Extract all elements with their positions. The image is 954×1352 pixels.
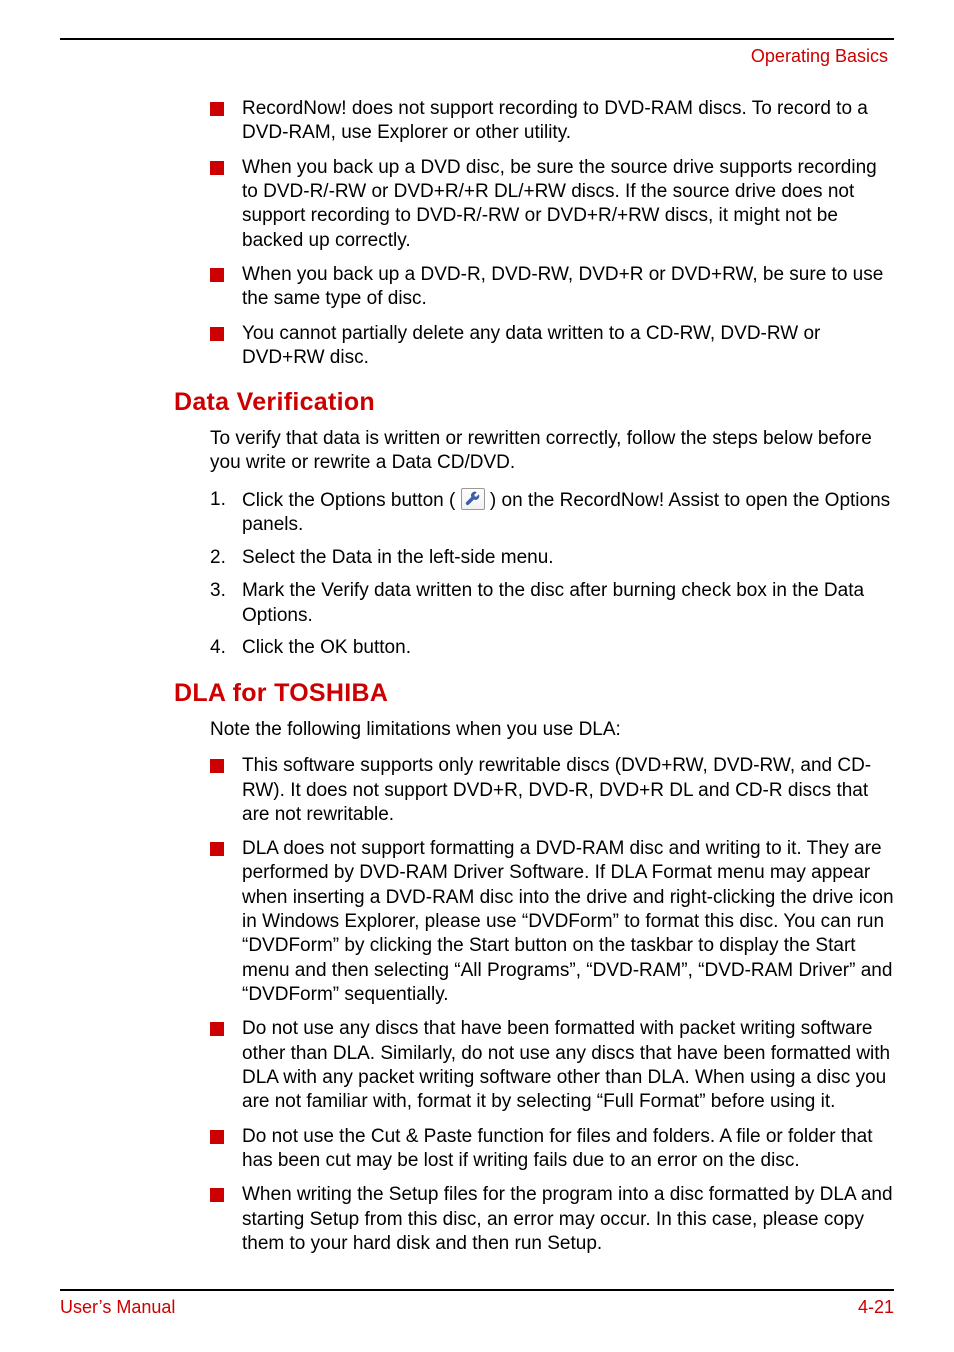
step-text: Click the OK button. — [242, 637, 411, 658]
bullet-text: DLA does not support formatting a DVD-RA… — [242, 838, 894, 1005]
list-item: When you back up a DVD-R, DVD-RW, DVD+R … — [210, 263, 894, 312]
footer-left: User’s Manual — [60, 1297, 175, 1318]
bullet-icon — [210, 327, 224, 341]
bullet-text: Do not use any discs that have been form… — [242, 1018, 890, 1112]
bullet-icon — [210, 759, 224, 773]
list-item: DLA does not support formatting a DVD-RA… — [210, 837, 894, 1007]
list-item: This software supports only rewritable d… — [210, 754, 894, 827]
options-wrench-icon — [461, 488, 485, 510]
header-divider — [60, 38, 894, 40]
bullet-text: Do not use the Cut & Paste function for … — [242, 1126, 873, 1171]
bullet-text: When you back up a DVD-R, DVD-RW, DVD+R … — [242, 264, 883, 309]
step-item: Click the OK button. — [210, 636, 894, 661]
data-verification-steps: Click the Options button ( ) on the Reco… — [210, 488, 894, 661]
top-bullet-list: RecordNow! does not support recording to… — [210, 97, 894, 370]
list-item: Do not use any discs that have been form… — [210, 1017, 894, 1114]
bullet-icon — [210, 1188, 224, 1202]
dla-bullet-list: This software supports only rewritable d… — [210, 754, 894, 1256]
bullet-text: You cannot partially delete any data wri… — [242, 323, 820, 368]
header-chapter: Operating Basics — [60, 46, 894, 67]
bullet-icon — [210, 102, 224, 116]
dla-heading: DLA for TOSHIBA — [174, 679, 894, 708]
footer: User’s Manual 4-21 — [60, 1289, 894, 1318]
bullet-icon — [210, 1130, 224, 1144]
bullet-icon — [210, 842, 224, 856]
step-item: Select the Data in the left-side menu. — [210, 546, 894, 571]
bullet-text: RecordNow! does not support recording to… — [242, 98, 868, 143]
bullet-text: When writing the Setup files for the pro… — [242, 1184, 893, 1254]
step-text: Select the Data in the left-side menu. — [242, 547, 554, 568]
dla-intro: Note the following limitations when you … — [210, 718, 894, 742]
list-item: When writing the Setup files for the pro… — [210, 1183, 894, 1256]
step-item: Click the Options button ( ) on the Reco… — [210, 488, 894, 538]
step-text: Mark the Verify data written to the disc… — [242, 580, 864, 626]
step-text-pre: Click the Options button ( — [242, 490, 455, 511]
bullet-icon — [210, 1022, 224, 1036]
data-verification-intro: To verify that data is written or rewrit… — [210, 427, 894, 476]
list-item: When you back up a DVD disc, be sure the… — [210, 156, 894, 253]
list-item: Do not use the Cut & Paste function for … — [210, 1125, 894, 1174]
list-item: RecordNow! does not support recording to… — [210, 97, 894, 146]
footer-divider — [60, 1289, 894, 1291]
bullet-icon — [210, 161, 224, 175]
data-verification-heading: Data Verification — [174, 388, 894, 417]
bullet-text: When you back up a DVD disc, be sure the… — [242, 157, 877, 251]
bullet-text: This software supports only rewritable d… — [242, 755, 871, 825]
footer-page-number: 4-21 — [858, 1297, 894, 1318]
bullet-icon — [210, 268, 224, 282]
list-item: You cannot partially delete any data wri… — [210, 322, 894, 371]
step-item: Mark the Verify data written to the disc… — [210, 579, 894, 628]
